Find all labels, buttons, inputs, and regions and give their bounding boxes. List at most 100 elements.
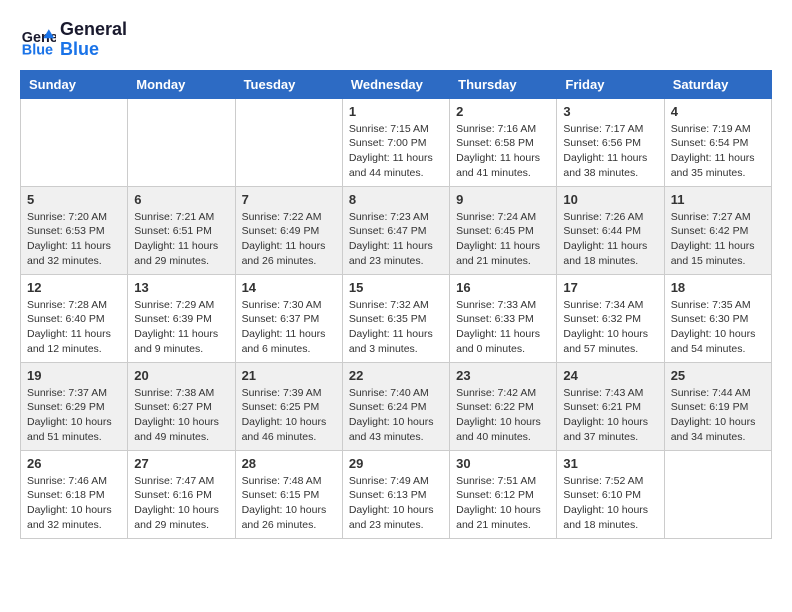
page-header: General Blue General Blue [20, 20, 772, 60]
day-info: Sunrise: 7:37 AM Sunset: 6:29 PM Dayligh… [27, 386, 121, 445]
day-number: 14 [242, 280, 336, 295]
day-info: Sunrise: 7:47 AM Sunset: 6:16 PM Dayligh… [134, 474, 228, 533]
calendar-cell: 7Sunrise: 7:22 AM Sunset: 6:49 PM Daylig… [235, 186, 342, 274]
day-number: 25 [671, 368, 765, 383]
calendar-cell: 17 Sunrise: 7:34 AM Sunset: 6:32 PM Dayli… [557, 274, 664, 362]
day-info: Sunrise: 7:15 AM Sunset: 7:00 PM Dayligh… [349, 122, 443, 181]
calendar-cell [235, 98, 342, 186]
day-info: Sunrise: 7:39 AM Sunset: 6:25 PM Dayligh… [242, 386, 336, 445]
day-of-week-header: Wednesday [342, 70, 449, 98]
calendar-cell: 4Sunrise: 7:19 AM Sunset: 6:54 PM Daylig… [664, 98, 771, 186]
day-info: Sunrise: 7:43 AM Sunset: 6:21 PM Dayligh… [563, 386, 657, 445]
calendar-cell: 20 Sunrise: 7:38 AM Sunset: 6:27 PM Dayli… [128, 362, 235, 450]
day-number: 18 [671, 280, 765, 295]
calendar-cell: 2Sunrise: 7:16 AM Sunset: 6:58 PM Daylig… [450, 98, 557, 186]
day-info: Sunrise: 7:42 AM Sunset: 6:22 PM Dayligh… [456, 386, 550, 445]
day-number: 31 [563, 456, 657, 471]
day-info: Sunrise: 7:34 AM Sunset: 6:32 PM Dayligh… [563, 298, 657, 357]
day-number: 2 [456, 104, 550, 119]
logo-text-general: General [60, 20, 127, 40]
calendar-cell: 1 Sunrise: 7:15 AM Sunset: 7:00 PM Daylig… [342, 98, 449, 186]
logo-icon: General Blue [20, 22, 56, 58]
day-number: 5 [27, 192, 121, 207]
calendar-cell [21, 98, 128, 186]
calendar-cell: 15 Sunrise: 7:32 AM Sunset: 6:35 PM Dayli… [342, 274, 449, 362]
day-info: Sunrise: 7:35 AM Sunset: 6:30 PM Dayligh… [671, 298, 765, 357]
day-info: Sunrise: 7:30 AM Sunset: 6:37 PM Dayligh… [242, 298, 336, 357]
day-of-week-header: Sunday [21, 70, 128, 98]
calendar-cell: 31 Sunrise: 7:52 AM Sunset: 6:10 PM Dayli… [557, 450, 664, 538]
day-number: 21 [242, 368, 336, 383]
calendar-cell: 3Sunrise: 7:17 AM Sunset: 6:56 PM Daylig… [557, 98, 664, 186]
day-number: 12 [27, 280, 121, 295]
calendar-cell: 10 Sunrise: 7:26 AM Sunset: 6:44 PM Dayli… [557, 186, 664, 274]
calendar-cell [128, 98, 235, 186]
day-number: 28 [242, 456, 336, 471]
calendar-week-row: 1 Sunrise: 7:15 AM Sunset: 7:00 PM Daylig… [21, 98, 772, 186]
calendar-cell: 18 Sunrise: 7:35 AM Sunset: 6:30 PM Dayli… [664, 274, 771, 362]
day-of-week-header: Thursday [450, 70, 557, 98]
day-info: Sunrise: 7:51 AM Sunset: 6:12 PM Dayligh… [456, 474, 550, 533]
calendar-week-row: 19 Sunrise: 7:37 AM Sunset: 6:29 PM Dayli… [21, 362, 772, 450]
day-info: Sunrise: 7:38 AM Sunset: 6:27 PM Dayligh… [134, 386, 228, 445]
day-of-week-header: Friday [557, 70, 664, 98]
day-number: 30 [456, 456, 550, 471]
calendar-cell: 16Sunrise: 7:33 AM Sunset: 6:33 PM Dayli… [450, 274, 557, 362]
calendar-cell: 30 Sunrise: 7:51 AM Sunset: 6:12 PM Dayli… [450, 450, 557, 538]
day-number: 11 [671, 192, 765, 207]
day-of-week-header: Tuesday [235, 70, 342, 98]
day-number: 6 [134, 192, 228, 207]
calendar-cell: 25 Sunrise: 7:44 AM Sunset: 6:19 PM Dayli… [664, 362, 771, 450]
calendar-cell: 14 Sunrise: 7:30 AM Sunset: 6:37 PM Dayli… [235, 274, 342, 362]
day-info: Sunrise: 7:44 AM Sunset: 6:19 PM Dayligh… [671, 386, 765, 445]
calendar-week-row: 26 Sunrise: 7:46 AM Sunset: 6:18 PM Dayli… [21, 450, 772, 538]
day-info: Sunrise: 7:49 AM Sunset: 6:13 PM Dayligh… [349, 474, 443, 533]
calendar-week-row: 12Sunrise: 7:28 AM Sunset: 6:40 PM Dayli… [21, 274, 772, 362]
calendar-cell: 29 Sunrise: 7:49 AM Sunset: 6:13 PM Dayli… [342, 450, 449, 538]
day-number: 24 [563, 368, 657, 383]
day-of-week-header: Monday [128, 70, 235, 98]
day-number: 13 [134, 280, 228, 295]
calendar-cell [664, 450, 771, 538]
day-number: 15 [349, 280, 443, 295]
calendar-header-row: SundayMondayTuesdayWednesdayThursdayFrid… [21, 70, 772, 98]
calendar-cell: 9Sunrise: 7:24 AM Sunset: 6:45 PM Daylig… [450, 186, 557, 274]
day-info: Sunrise: 7:23 AM Sunset: 6:47 PM Dayligh… [349, 210, 443, 269]
day-info: Sunrise: 7:27 AM Sunset: 6:42 PM Dayligh… [671, 210, 765, 269]
day-info: Sunrise: 7:46 AM Sunset: 6:18 PM Dayligh… [27, 474, 121, 533]
day-number: 17 [563, 280, 657, 295]
day-number: 7 [242, 192, 336, 207]
day-info: Sunrise: 7:21 AM Sunset: 6:51 PM Dayligh… [134, 210, 228, 269]
calendar-cell: 22 Sunrise: 7:40 AM Sunset: 6:24 PM Dayli… [342, 362, 449, 450]
calendar-cell: 27 Sunrise: 7:47 AM Sunset: 6:16 PM Dayli… [128, 450, 235, 538]
day-number: 26 [27, 456, 121, 471]
day-number: 3 [563, 104, 657, 119]
day-info: Sunrise: 7:29 AM Sunset: 6:39 PM Dayligh… [134, 298, 228, 357]
day-info: Sunrise: 7:48 AM Sunset: 6:15 PM Dayligh… [242, 474, 336, 533]
logo: General Blue General Blue [20, 20, 127, 60]
day-info: Sunrise: 7:40 AM Sunset: 6:24 PM Dayligh… [349, 386, 443, 445]
day-number: 8 [349, 192, 443, 207]
day-number: 16 [456, 280, 550, 295]
logo-text-blue: Blue [60, 40, 127, 60]
day-number: 1 [349, 104, 443, 119]
day-info: Sunrise: 7:24 AM Sunset: 6:45 PM Dayligh… [456, 210, 550, 269]
day-number: 20 [134, 368, 228, 383]
calendar-cell: 23Sunrise: 7:42 AM Sunset: 6:22 PM Dayli… [450, 362, 557, 450]
day-number: 22 [349, 368, 443, 383]
day-info: Sunrise: 7:19 AM Sunset: 6:54 PM Dayligh… [671, 122, 765, 181]
day-number: 29 [349, 456, 443, 471]
calendar-cell: 13 Sunrise: 7:29 AM Sunset: 6:39 PM Dayli… [128, 274, 235, 362]
calendar-cell: 6 Sunrise: 7:21 AM Sunset: 6:51 PM Daylig… [128, 186, 235, 274]
calendar-cell: 26 Sunrise: 7:46 AM Sunset: 6:18 PM Dayli… [21, 450, 128, 538]
day-info: Sunrise: 7:26 AM Sunset: 6:44 PM Dayligh… [563, 210, 657, 269]
calendar-cell: 21 Sunrise: 7:39 AM Sunset: 6:25 PM Dayli… [235, 362, 342, 450]
day-info: Sunrise: 7:32 AM Sunset: 6:35 PM Dayligh… [349, 298, 443, 357]
calendar-week-row: 5 Sunrise: 7:20 AM Sunset: 6:53 PM Daylig… [21, 186, 772, 274]
calendar-cell: 12Sunrise: 7:28 AM Sunset: 6:40 PM Dayli… [21, 274, 128, 362]
day-number: 19 [27, 368, 121, 383]
day-info: Sunrise: 7:52 AM Sunset: 6:10 PM Dayligh… [563, 474, 657, 533]
day-info: Sunrise: 7:20 AM Sunset: 6:53 PM Dayligh… [27, 210, 121, 269]
day-number: 10 [563, 192, 657, 207]
day-number: 27 [134, 456, 228, 471]
